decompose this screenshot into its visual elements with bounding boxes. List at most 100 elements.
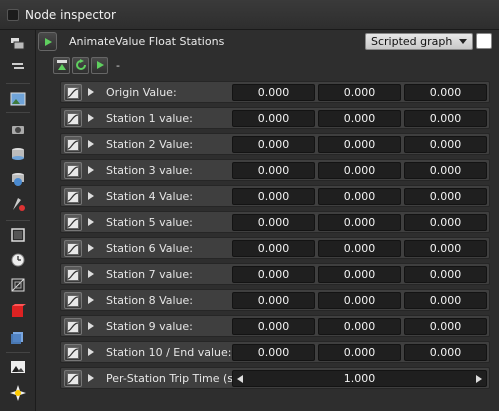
layers-icon[interactable] [9, 35, 26, 52]
expand-arrow-icon[interactable] [88, 244, 94, 252]
value-y-field[interactable]: 0.000 [318, 266, 401, 283]
database-globe-icon[interactable] [9, 170, 26, 187]
curve-icon [67, 346, 79, 359]
decrement-arrow-icon[interactable] [237, 375, 243, 383]
value-x-field[interactable]: 0.000 [232, 266, 315, 283]
value-y-field[interactable]: 0.000 [318, 240, 401, 257]
value-x-field[interactable]: 0.000 [232, 344, 315, 361]
expand-arrow-icon[interactable] [88, 88, 94, 96]
camera-icon[interactable] [9, 120, 26, 137]
clock-icon[interactable] [9, 251, 26, 268]
expand-arrow-icon[interactable] [88, 166, 94, 174]
curve-icon [67, 138, 79, 151]
animate-button[interactable] [64, 344, 82, 361]
value-y-field[interactable]: 0.000 [318, 214, 401, 231]
param-row: Origin Value: 0.000 0.000 0.000 [60, 81, 490, 103]
expand-arrow-icon[interactable] [88, 322, 94, 330]
value-y-field[interactable]: 0.000 [318, 162, 401, 179]
expand-arrow-icon[interactable] [88, 374, 94, 382]
value-z-field[interactable]: 0.000 [404, 344, 487, 361]
blue-cube-icon[interactable] [9, 328, 26, 345]
animate-button[interactable] [64, 110, 82, 127]
animate-button[interactable] [64, 370, 82, 387]
value-x-field[interactable]: 0.000 [232, 188, 315, 205]
animate-button[interactable] [64, 188, 82, 205]
value-z-field[interactable]: 0.000 [404, 188, 487, 205]
param-row-trip-time: Per-Station Trip Time (sec): 1.000 [60, 367, 490, 389]
value-x-field[interactable]: 0.000 [232, 84, 315, 101]
frame-icon[interactable] [9, 226, 26, 243]
red-cube-icon[interactable] [9, 302, 26, 319]
value-x-field[interactable]: 0.000 [232, 292, 315, 309]
value-y-field[interactable]: 0.000 [318, 318, 401, 335]
paint-brush-icon[interactable] [9, 195, 26, 212]
sidebar-divider [6, 112, 30, 113]
value-y-field[interactable]: 0.000 [318, 110, 401, 127]
value-y-field[interactable]: 0.000 [318, 292, 401, 309]
picture-icon[interactable] [9, 358, 26, 375]
expand-arrow-icon[interactable] [88, 270, 94, 278]
value-z-field[interactable]: 0.000 [404, 214, 487, 231]
value-z-field[interactable]: 0.000 [404, 292, 487, 309]
animate-button[interactable] [64, 318, 82, 335]
value-z-field[interactable]: 0.000 [404, 266, 487, 283]
expand-arrow-icon[interactable] [88, 348, 94, 356]
value-z-field[interactable]: 0.000 [404, 84, 487, 101]
database-icon[interactable] [9, 145, 26, 162]
param-row: Station 9 value: 0.000 0.000 0.000 [60, 315, 490, 337]
animate-button[interactable] [64, 136, 82, 153]
node-header: AnimateValue Float Stations Scripted gra… [36, 30, 499, 54]
expand-arrow-icon[interactable] [88, 140, 94, 148]
node-enable-button[interactable] [38, 32, 57, 51]
pin-button[interactable] [53, 56, 70, 74]
animate-button[interactable] [64, 84, 82, 101]
value-z-field[interactable]: 0.000 [404, 318, 487, 335]
value-x-field[interactable]: 0.000 [232, 136, 315, 153]
expand-arrow-icon[interactable] [88, 192, 94, 200]
value-z-field[interactable]: 0.000 [404, 136, 487, 153]
curve-icon [67, 242, 79, 255]
expand-arrow-icon[interactable] [88, 114, 94, 122]
animate-button[interactable] [64, 292, 82, 309]
value-x-field[interactable]: 0.000 [232, 110, 315, 127]
pin-icon [56, 60, 67, 70]
increment-arrow-icon[interactable] [476, 375, 482, 383]
value-x-field[interactable]: 0.000 [232, 318, 315, 335]
value-x-field[interactable]: 0.000 [232, 240, 315, 257]
trip-time-slider[interactable]: 1.000 [232, 370, 487, 387]
value-z-field[interactable]: 0.000 [404, 240, 487, 257]
value-y-field[interactable]: 0.000 [318, 84, 401, 101]
param-row: Station 10 / End value: 0.000 0.000 0.000 [60, 341, 490, 363]
list-icon[interactable] [9, 58, 26, 75]
param-label: Station 4 Value: [106, 190, 194, 203]
image-icon[interactable] [9, 90, 26, 107]
animate-button[interactable] [64, 162, 82, 179]
color-swatch-button[interactable] [476, 33, 492, 49]
param-row: Station 5 value: 0.000 0.000 0.000 [60, 211, 490, 233]
value-x-field[interactable]: 0.000 [232, 214, 315, 231]
param-label: Station 7 value: [106, 268, 193, 281]
value-z-field[interactable]: 0.000 [404, 110, 487, 127]
curve-icon [67, 372, 79, 385]
param-row: Station 6 Value: 0.000 0.000 0.000 [60, 237, 490, 259]
graph-mode-select[interactable]: Scripted graph [365, 33, 473, 50]
title-checkbox[interactable] [7, 8, 19, 21]
value-y-field[interactable]: 0.000 [318, 188, 401, 205]
light-burst-icon[interactable] [9, 384, 26, 401]
value-z-field[interactable]: 0.000 [404, 162, 487, 179]
left-toolbar [0, 30, 36, 411]
transform-icon[interactable] [9, 276, 26, 293]
param-label: Station 2 Value: [106, 138, 194, 151]
run-button[interactable] [91, 56, 108, 74]
reset-button[interactable] [72, 56, 89, 74]
toolbar-separator: - [116, 58, 120, 72]
value-y-field[interactable]: 0.000 [318, 344, 401, 361]
expand-arrow-icon[interactable] [88, 296, 94, 304]
expand-arrow-icon[interactable] [88, 218, 94, 226]
animate-button[interactable] [64, 266, 82, 283]
sidebar-divider [6, 352, 30, 353]
value-y-field[interactable]: 0.000 [318, 136, 401, 153]
value-x-field[interactable]: 0.000 [232, 162, 315, 179]
animate-button[interactable] [64, 214, 82, 231]
animate-button[interactable] [64, 240, 82, 257]
